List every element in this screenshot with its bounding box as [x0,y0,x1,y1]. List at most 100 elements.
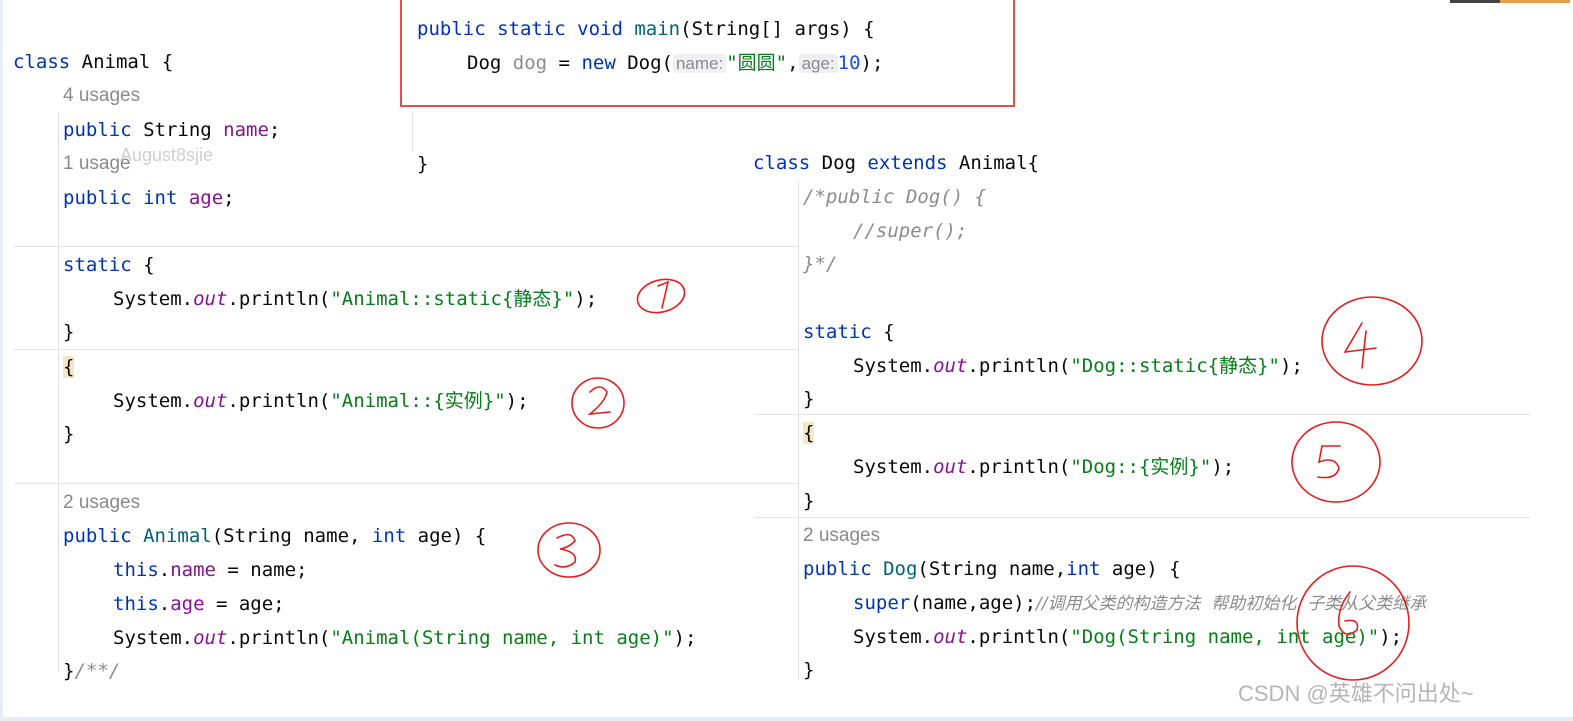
println-call: .println( [227,627,331,649]
dog-variable: dog [512,52,548,74]
dog-instance-block-close: } [803,490,815,512]
modifier: public [63,525,132,547]
annotation-4 [1321,296,1423,386]
int-keyword: int [1066,558,1101,580]
main-signature-line: public static void main(String[] args) { [417,17,875,41]
call-end: ); [1211,456,1235,478]
editor-bottom-edge [0,717,1573,721]
static-keyword: static [63,254,132,276]
main-close-brace: } [417,153,429,175]
method-separator [14,349,798,350]
modifier: public [63,119,132,141]
call-end: ); [505,390,529,412]
close-brace: } [63,660,75,682]
string-literal: "Animal(String name, int age)" [330,627,674,649]
animal-ctor-println: System.out.println("Animal(String name, … [113,626,696,650]
modifier: public [803,558,872,580]
annotation-3 [537,522,601,578]
semicolon: ; [223,187,235,209]
field-identifier: name [223,119,269,141]
dog-super-call: super(name,age);//调用父类的构造方法 帮助初始化 子类从父类继… [853,591,1529,616]
println-call: .println( [967,626,1071,648]
call-end: ); [574,288,598,310]
string-literal: "Animal::{实例}" [330,390,506,412]
assignment: = age; [204,593,285,615]
usages-hint-ctor[interactable]: 2 usages [63,491,140,515]
system-class: System. [113,627,194,649]
class-keyword: class [753,152,811,174]
param-hint-age: age: [798,54,838,73]
super-args: (name,age); [910,592,1037,614]
main-modifiers: public static void [417,18,623,40]
super-keyword: super [853,592,911,614]
static-keyword: static [803,321,872,343]
dog-class-header: class Dog extends Animal{ [753,151,1039,175]
empty-comment: /**/ [74,660,121,682]
annotation-2 [571,377,625,429]
highlighted-brace: { [63,356,75,378]
dog-ctor-println: System.out.println("Dog(String name, int… [853,625,1402,649]
system-class: System. [113,288,194,310]
animal-static-println: System.out.println("Animal::static{静态}")… [113,287,597,311]
annotation-1 [636,278,686,314]
modifier: public int [63,187,178,209]
println-call: .println( [227,390,331,412]
println-call: .println( [967,355,1071,377]
dog-commented-ctor-line1: /*public Dog() { [803,186,987,208]
string-literal: "Dog(String name, int age)" [1070,626,1380,648]
this-keyword: this [113,559,159,581]
watermark: August8sjie [120,145,214,165]
main-params: (String[] args) { [680,18,875,40]
arg-name: "圆圆" [726,52,788,74]
comma: , [787,52,799,74]
animal-instance-block-open: { [63,355,75,379]
semicolon: ; [268,119,281,141]
open-brace: { [131,254,155,276]
animal-instance-block-close: } [63,423,75,445]
dog-ctor-close: } [803,659,815,681]
indent-guide [798,180,799,680]
dog-ctor-call: Dog( [615,52,673,74]
top-right-accent-edge [1500,0,1570,3]
int-keyword: int [371,525,407,547]
dog-static-block-open: static { [803,320,895,344]
out-field: out [193,390,228,412]
usages-hint-dog-ctor[interactable]: 2 usages [803,524,880,548]
dog-static-println: System.out.println("Dog::static{静态}"); [853,354,1303,378]
dot: . [158,593,171,615]
indent-guide [412,112,413,152]
dot: . [158,559,171,581]
animal-field-name: public String name; [63,118,280,142]
indent-guide [58,112,59,672]
animal-class-header: class Animal { [13,50,173,74]
animal-assign-age: this.age = age; [113,592,285,616]
field-identifier: age [188,187,224,209]
system-class: System. [853,626,934,648]
param-hint-name: name: [672,54,727,73]
super-comment: //调用父类的构造方法 帮助初始化 子类从父类继承 [1036,594,1427,614]
assign-op: = [547,52,582,74]
ctor-params: (String name, [917,558,1067,580]
class-name: Dog [810,152,868,174]
csdn-author-watermark: CSDN @英雄不问出处~ [1238,681,1474,706]
out-field: out [193,288,228,310]
usages-hint-name[interactable]: 4 usages [63,84,140,108]
method-separator [754,414,1530,415]
open-brace: { [871,321,895,343]
dog-ctor-signature: public Dog(String name,int age) { [803,557,1181,581]
main-method-name: main [634,18,681,40]
println-call: .println( [967,456,1071,478]
dog-instance-println: System.out.println("Dog::{实例}"); [853,455,1234,479]
out-field: out [933,626,968,648]
string-literal: "Dog::static{静态}" [1070,355,1280,377]
out-field: out [933,355,968,377]
string-literal: "Dog::{实例}" [1070,456,1212,478]
animal-field-age: public int age; [63,186,235,210]
assignment: = name; [215,559,308,581]
dog-commented-ctor-line3: }*/ [803,253,838,275]
ctor-name: Animal [143,525,212,547]
system-class: System. [113,390,194,412]
string-literal: "Animal::static{静态}" [330,288,575,310]
extends-keyword: extends [867,152,948,174]
out-field: out [193,627,228,649]
